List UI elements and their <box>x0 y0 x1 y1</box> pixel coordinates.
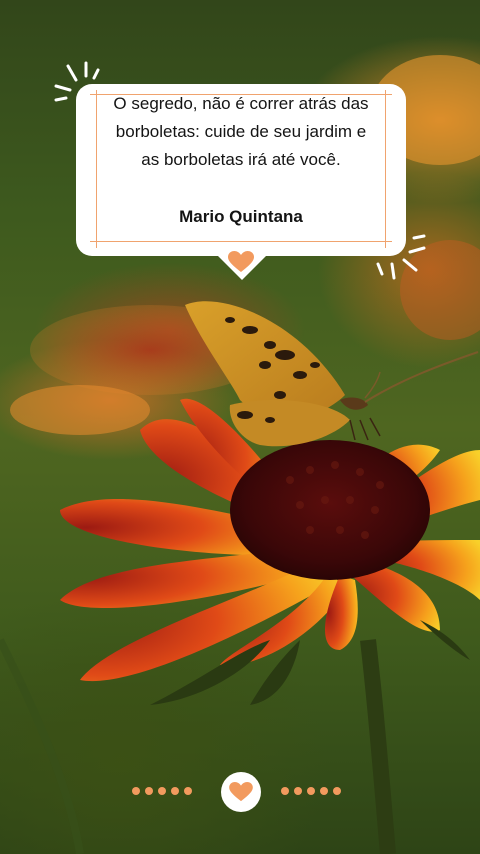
quote-line-3: as borboletas irá até você. <box>141 150 341 169</box>
heart-icon <box>228 251 254 272</box>
quote-author: Mario Quintana <box>179 207 303 226</box>
quote-line-1: O segredo, não é correr atrás das <box>113 94 369 113</box>
card-frame-line-bottom <box>90 241 392 242</box>
dot <box>320 787 328 795</box>
like-button[interactable] <box>221 772 261 812</box>
dot <box>132 787 140 795</box>
dot <box>333 787 341 795</box>
dot <box>171 787 179 795</box>
heart-icon <box>229 782 253 802</box>
quote-text: O segredo, não é correr atrás das borbol… <box>76 90 406 174</box>
sparkle-icon <box>54 61 100 102</box>
story-canvas: O segredo, não é correr atrás das borbol… <box>0 0 480 854</box>
sparkle-icon <box>376 234 426 280</box>
dot <box>184 787 192 795</box>
quote-card: O segredo, não é correr atrás das borbol… <box>76 84 406 280</box>
dot <box>294 787 302 795</box>
dot <box>307 787 315 795</box>
bottom-decoration <box>0 772 480 812</box>
dot <box>281 787 289 795</box>
quote-line-2: borboletas: cuide de seu jardim e <box>115 122 367 141</box>
dot <box>158 787 166 795</box>
dot <box>145 787 153 795</box>
